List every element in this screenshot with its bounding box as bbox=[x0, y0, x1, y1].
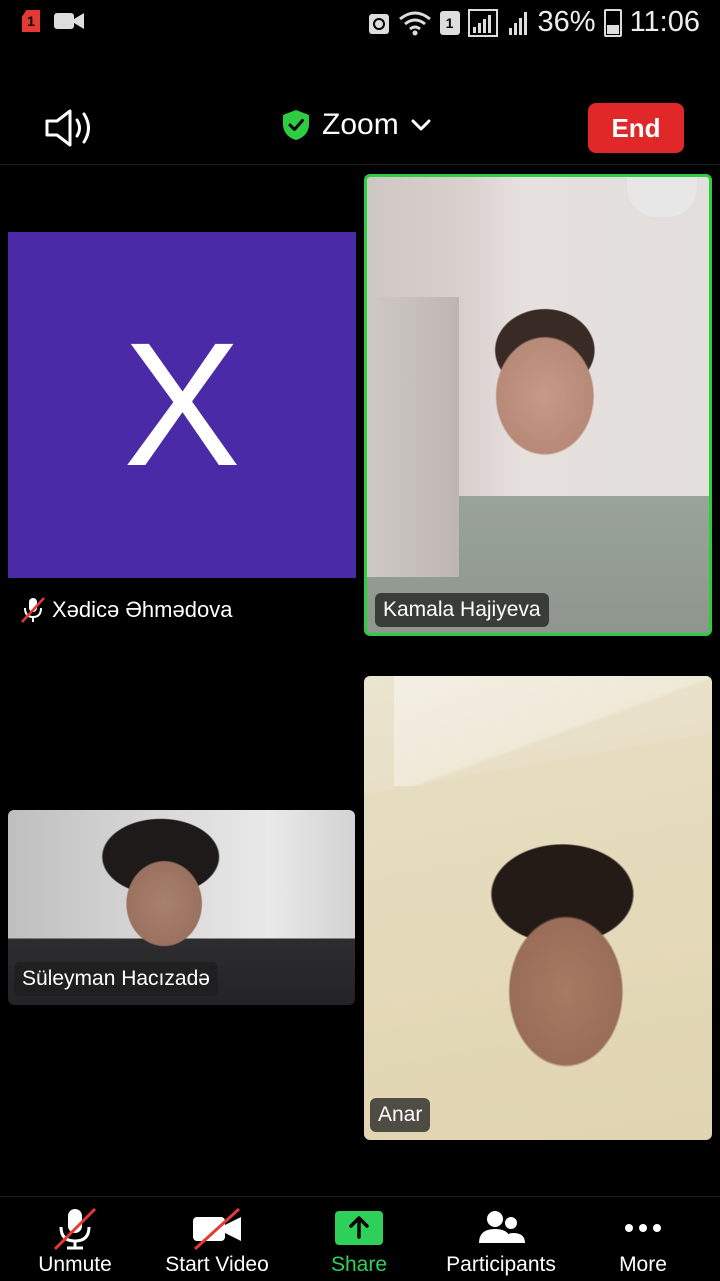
video-background-shelf bbox=[367, 297, 459, 577]
meeting-toolbar: Unmute Start Video Share Participants Mo… bbox=[0, 1196, 720, 1281]
more-button[interactable]: More bbox=[573, 1197, 713, 1281]
signal-strength-2-icon bbox=[508, 11, 527, 35]
participants-icon bbox=[479, 1211, 525, 1243]
unmute-button[interactable]: Unmute bbox=[5, 1197, 145, 1281]
unmute-label: Unmute bbox=[38, 1253, 112, 1276]
recycle-icon bbox=[368, 13, 389, 34]
participant-name-tag: Kamala Hajiyeva bbox=[375, 593, 549, 627]
avatar-initial: X bbox=[123, 307, 241, 503]
participant-tile-anar[interactable]: Anar bbox=[364, 676, 712, 1140]
muted-mic-icon bbox=[53, 1207, 97, 1251]
start-video-label: Start Video bbox=[165, 1253, 269, 1276]
share-label: Share bbox=[330, 1253, 388, 1276]
start-video-button[interactable]: Start Video bbox=[147, 1197, 287, 1281]
participant-tile-active-speaker[interactable]: Kamala Hajiyeva bbox=[364, 174, 712, 636]
participants-label: Participants bbox=[446, 1253, 556, 1276]
meeting-title-dropdown[interactable]: Zoom bbox=[282, 108, 431, 142]
share-screen-icon bbox=[335, 1211, 383, 1245]
participant-name-row: Xədicə Əhmədova bbox=[20, 596, 232, 624]
status-bar: 1 1 36% 11:06 bbox=[0, 0, 720, 48]
participant-name-tag: Anar bbox=[370, 1098, 431, 1132]
status-bar-left: 1 bbox=[22, 10, 84, 32]
battery-icon bbox=[603, 8, 622, 37]
participant-tile-suleyman[interactable]: Süleyman Hacızadə bbox=[8, 810, 355, 1005]
video-background-ceiling bbox=[394, 676, 712, 786]
muted-mic-icon bbox=[21, 597, 45, 623]
wifi-icon bbox=[398, 11, 431, 35]
end-meeting-button[interactable]: End bbox=[588, 103, 684, 153]
status-bar-right: 1 36% 11:06 bbox=[368, 6, 700, 39]
video-off-icon bbox=[193, 1207, 241, 1251]
clock: 11:06 bbox=[629, 6, 700, 38]
more-dots-icon bbox=[625, 1224, 661, 1232]
meeting-title: Zoom bbox=[322, 108, 399, 141]
sim-slot-icon: 1 bbox=[439, 10, 460, 35]
video-camera-notification-icon bbox=[54, 13, 84, 29]
chevron-down-icon bbox=[411, 119, 431, 131]
participant-tile-avatar[interactable]: X bbox=[8, 232, 356, 578]
battery-percent: 36% bbox=[537, 6, 596, 38]
participant-name: Xədicə Əhmədova bbox=[52, 597, 233, 622]
shield-check-icon bbox=[283, 110, 309, 140]
more-label: More bbox=[619, 1253, 667, 1276]
share-button[interactable]: Share bbox=[289, 1197, 429, 1281]
participants-button[interactable]: Participants bbox=[431, 1197, 571, 1281]
video-background-lamp bbox=[627, 177, 697, 217]
signal-strength-icon bbox=[467, 8, 498, 37]
participant-name-tag: Süleyman Hacızadə bbox=[14, 962, 218, 996]
sim-notification-icon: 1 bbox=[22, 10, 40, 32]
speaker-button[interactable] bbox=[44, 106, 96, 150]
meeting-top-bar: Zoom End bbox=[0, 88, 720, 165]
speaker-icon bbox=[45, 109, 90, 147]
